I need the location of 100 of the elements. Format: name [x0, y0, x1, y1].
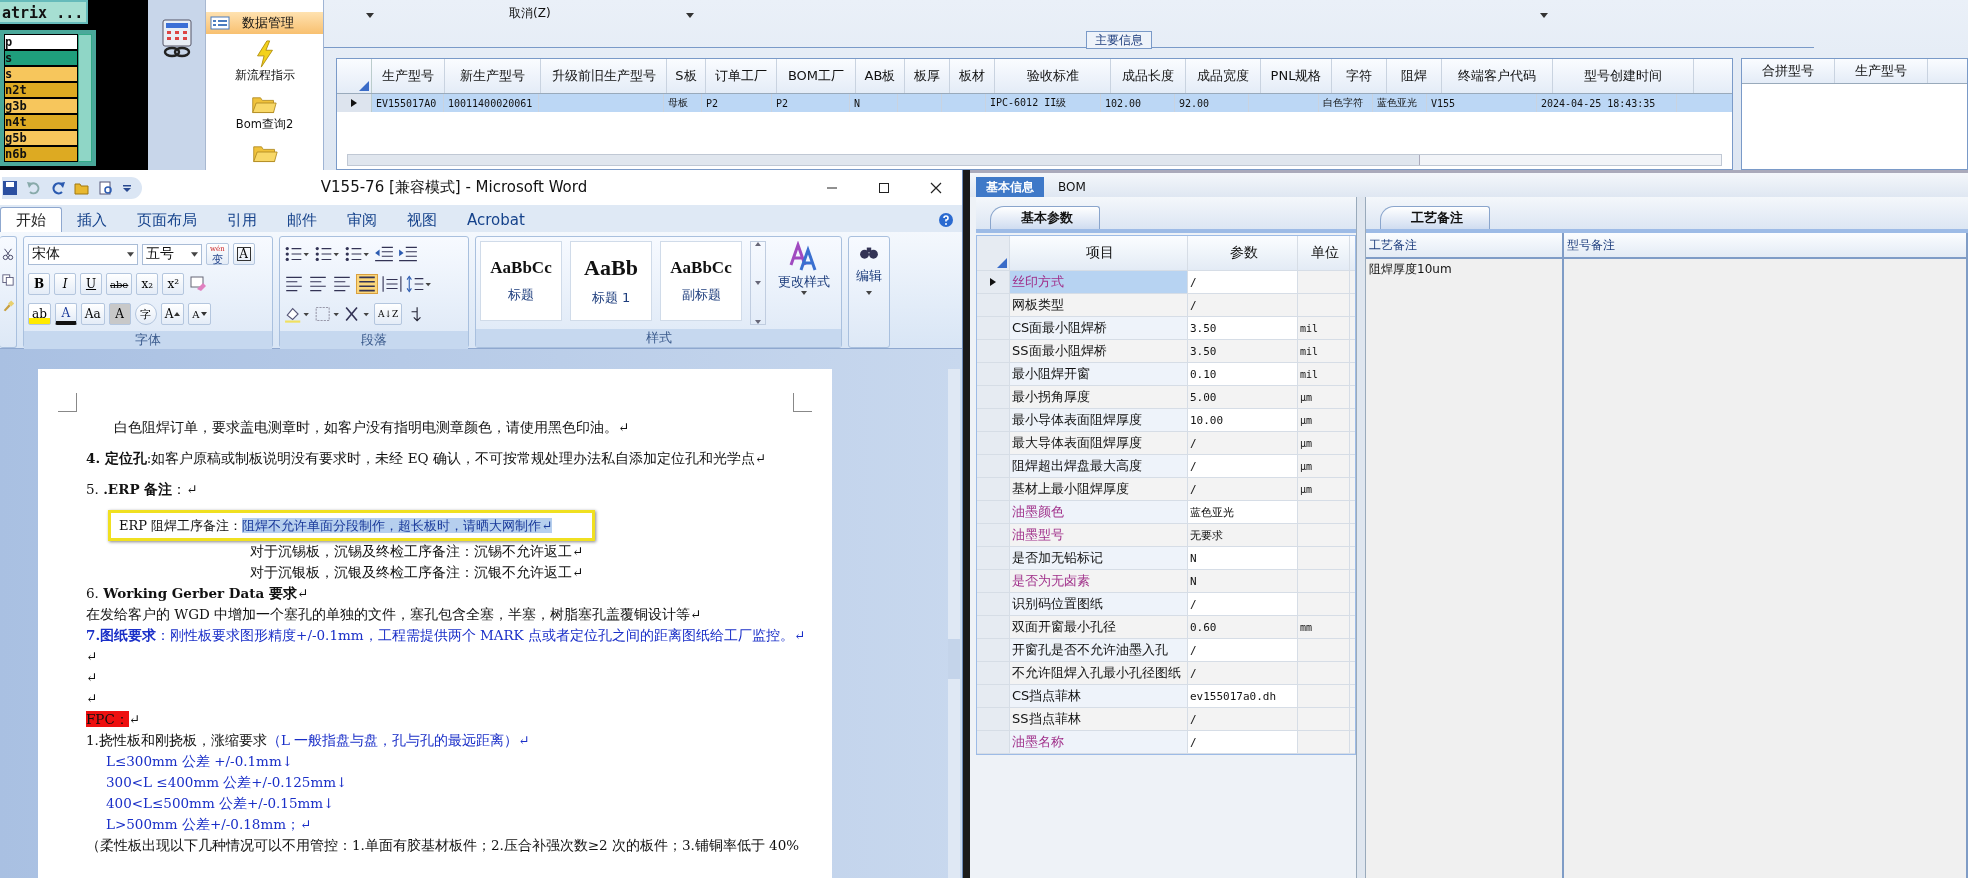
distribute-icon[interactable]	[382, 275, 402, 293]
ribbon-tab[interactable]: 页面布局	[122, 208, 212, 232]
table-row[interactable]: 油墨名称 /	[977, 731, 1355, 754]
layer-item[interactable]: s	[5, 67, 77, 81]
ribbon-tab[interactable]: Acrobat	[452, 208, 540, 232]
panel-tab[interactable]: 基本信息	[976, 177, 1044, 197]
character-border-button[interactable]: A	[232, 243, 255, 265]
list-icon[interactable]	[284, 245, 310, 263]
table-row[interactable]: 油墨颜色 蓝色亚光	[977, 501, 1355, 524]
table-row[interactable]: 最小拐角厚度 5.00 μm	[977, 386, 1355, 409]
grow-font-button[interactable]: A	[160, 303, 185, 325]
shading-icon[interactable]	[284, 305, 310, 323]
layer-item[interactable]: g5b	[5, 131, 77, 145]
list-icon[interactable]	[314, 245, 340, 263]
column-header[interactable]: 终端客户代码	[1442, 59, 1553, 93]
note-field[interactable]	[1564, 259, 1966, 878]
table-row[interactable]: 油墨型号 无要求	[977, 524, 1355, 547]
table-row[interactable]: 网板类型 /	[977, 294, 1355, 317]
increase-indent-icon[interactable]	[398, 245, 418, 263]
table-row[interactable]: 最大导体表面阻焊厚度 / μm	[977, 432, 1355, 455]
column-header[interactable]: 工艺备注	[1366, 233, 1562, 259]
scroll-down-icon[interactable]	[755, 281, 761, 285]
table-row[interactable]: 识别码位置图纸 /	[977, 593, 1355, 616]
layer-item[interactable]: s	[5, 51, 77, 65]
column-header[interactable]: 验收标准	[995, 59, 1111, 93]
table-row[interactable]: CS挡点菲林 ev155017a0.dh	[977, 685, 1355, 708]
table-row[interactable]: 不允许阻焊入孔最小孔径图纸 /	[977, 662, 1355, 685]
dropdown-caret-icon[interactable]	[1540, 13, 1548, 18]
style-tile[interactable]: AaBbCc 副标题	[660, 241, 742, 321]
expand-gallery-icon[interactable]	[755, 320, 761, 324]
table-row[interactable]: 开窗孔是否不允许油墨入孔 /	[977, 639, 1355, 662]
column-header[interactable]: 型号备注	[1564, 233, 1966, 259]
sort-button[interactable]: A↓Z	[374, 303, 403, 325]
column-header[interactable]: 成品宽度	[1186, 59, 1261, 93]
column-header[interactable]: 参数	[1188, 236, 1298, 270]
format-button[interactable]: x²	[162, 273, 185, 295]
line-spacing-icon[interactable]	[406, 275, 432, 293]
format-button[interactable]: B	[28, 273, 50, 295]
column-header[interactable]: 字符	[1332, 59, 1387, 93]
maximize-icon[interactable]	[878, 181, 890, 194]
table-row[interactable]: 丝印方式 /	[977, 271, 1355, 294]
decrease-indent-icon[interactable]	[374, 245, 394, 263]
align-icon[interactable]	[332, 275, 352, 293]
font-size-field[interactable]: 五号	[142, 243, 202, 265]
vertical-scrollbar[interactable]	[948, 369, 960, 878]
column-header[interactable]: PNL规格	[1261, 59, 1332, 93]
font-family-field[interactable]: 宋体	[28, 243, 138, 265]
layer-item[interactable]: n2t	[5, 83, 77, 97]
note-field[interactable]: 阻焊厚度10um	[1366, 259, 1562, 878]
column-header[interactable]: 生产型号	[1835, 59, 1928, 83]
highlight-button[interactable]: ab	[28, 303, 51, 325]
align-icon[interactable]	[308, 275, 328, 293]
clear-format-icon[interactable]	[188, 275, 209, 293]
scroll-up-icon[interactable]	[755, 242, 761, 246]
scissors-icon[interactable]	[2, 247, 14, 261]
column-header[interactable]: AB板	[856, 59, 905, 93]
layer-item[interactable]: p	[5, 35, 77, 49]
scrollbar[interactable]	[78, 34, 92, 162]
enclose-character-button[interactable]: 字	[134, 303, 157, 325]
caret-icon[interactable]	[801, 291, 807, 295]
copy-icon[interactable]	[2, 273, 14, 287]
format-button[interactable]: abe	[106, 273, 133, 295]
table-row[interactable]: SS挡点菲林 /	[977, 708, 1355, 731]
table-row[interactable]: 最小导体表面阻焊厚度 10.00 μm	[977, 409, 1355, 432]
section-tab[interactable]: 工艺备注	[1380, 206, 1490, 229]
table-row[interactable]: 双面开窗最小孔径 0.60 mm	[977, 616, 1355, 639]
ribbon-tab[interactable]: 邮件	[272, 208, 332, 232]
ribbon-tab[interactable]: 开始	[0, 207, 62, 232]
nav-section[interactable]: 数据管理	[206, 12, 323, 34]
table-row[interactable]: 基材上最小阻焊厚度 / μm	[977, 478, 1355, 501]
format-button[interactable]: I	[54, 273, 76, 295]
column-header[interactable]: 阻焊	[1387, 59, 1442, 93]
shrink-font-button[interactable]: A	[188, 303, 211, 325]
table-row[interactable]: CS面最小阻焊桥 3.50 mil	[977, 317, 1355, 340]
column-header[interactable]: 升级前旧生产型号	[541, 59, 667, 93]
panel-tab[interactable]: BOM	[1048, 177, 1096, 197]
layer-item[interactable]: n6b	[5, 147, 77, 161]
dropdown-caret-icon[interactable]	[685, 13, 694, 18]
caret-icon[interactable]	[127, 251, 134, 257]
list-icon[interactable]	[344, 245, 370, 263]
caret-icon[interactable]	[191, 251, 198, 257]
column-header[interactable]: 项目	[1010, 236, 1188, 270]
style-tile[interactable]: AaBb 标题 1	[570, 241, 652, 321]
change-styles-button[interactable]: 更改样式	[774, 241, 834, 325]
column-header[interactable]: 新生产型号	[445, 59, 541, 93]
ribbon-tab[interactable]: 审阅	[332, 208, 392, 232]
help-icon[interactable]	[938, 212, 954, 228]
column-header[interactable]: BOM工厂	[777, 59, 856, 93]
section-tab[interactable]: 基本参数	[990, 206, 1100, 229]
column-header[interactable]: 生产型号	[372, 59, 445, 93]
format-button[interactable]: x₂	[136, 273, 159, 295]
style-tile[interactable]: AaBbCc 标题	[480, 241, 562, 321]
column-header[interactable]: 成品长度	[1111, 59, 1186, 93]
column-header[interactable]: 板厚	[905, 59, 950, 93]
justify-icon[interactable]	[356, 274, 378, 294]
dropdown-caret-icon[interactable]	[366, 13, 374, 18]
align-icon[interactable]	[284, 275, 304, 293]
layer-item[interactable]: g3b	[5, 99, 77, 113]
table-row[interactable]: EV155017A0 10011400020061 母板 P2 P2 N IPC-6012 II级 102.00 92.00 白色字符 蓝色亚光 V155 2024-04-25 18:43:35	[337, 94, 1732, 112]
table-row[interactable]: 最小阻焊开窗 0.10 mil	[977, 363, 1355, 386]
